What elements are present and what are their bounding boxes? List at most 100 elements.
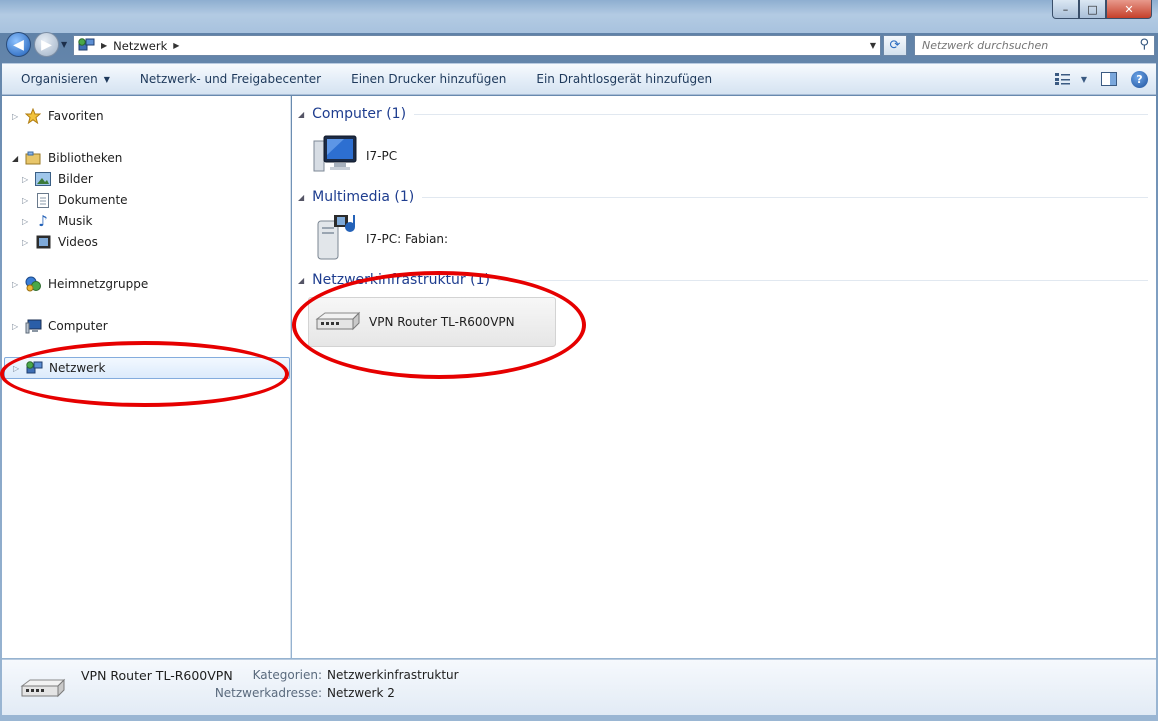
sidebar-item-label: Bilder <box>58 172 93 186</box>
refresh-button[interactable]: ⟳ <box>883 35 907 56</box>
list-item[interactable]: I7-PC: Fabian: <box>314 214 448 264</box>
breadcrumb-network[interactable]: Netzwerk <box>113 39 167 53</box>
minimize-button[interactable]: – <box>1052 0 1079 19</box>
group-header-multimedia[interactable]: ◢ Multimedia (1) <box>298 189 1148 205</box>
organize-button[interactable]: Organisieren ▼ <box>2 64 125 94</box>
breadcrumb-separator-icon[interactable]: ▶ <box>101 41 107 50</box>
expand-icon[interactable]: ▷ <box>22 175 30 184</box>
expand-icon[interactable]: ▷ <box>22 196 30 205</box>
expand-icon[interactable]: ▷ <box>13 364 21 373</box>
navigation-buttons: ◀ ▶ ▼ <box>6 32 67 57</box>
item-label: VPN Router TL-R600VPN <box>369 315 515 329</box>
sidebar-item-pictures[interactable]: ▷ Bilder <box>22 169 93 189</box>
router-icon <box>18 676 66 703</box>
group-divider <box>414 113 1148 115</box>
sidebar-item-label: Bibliotheken <box>48 151 123 165</box>
expand-icon[interactable]: ▷ <box>22 238 30 247</box>
sidebar-item-music[interactable]: ▷ ♪ Musik <box>22 211 93 231</box>
music-note-icon: ♪ <box>38 212 48 230</box>
group-header-computer[interactable]: ◢ Computer (1) <box>298 106 1148 122</box>
arrow-left-icon: ◀ <box>13 36 24 53</box>
sidebar-item-computer[interactable]: ▷ Computer <box>12 316 108 336</box>
sidebar-item-documents[interactable]: ▷ Dokumente <box>22 190 128 210</box>
preview-pane-button[interactable] <box>1101 72 1117 86</box>
view-list-icon <box>1054 73 1070 85</box>
group-divider <box>497 279 1148 281</box>
network-center-label: Netzwerk- und Freigabecenter <box>139 72 322 86</box>
star-icon <box>24 108 42 124</box>
view-dropdown-icon[interactable]: ▼ <box>1081 75 1087 84</box>
details-name: VPN Router TL-R600VPN <box>81 668 233 683</box>
expand-icon[interactable]: ▷ <box>12 112 20 121</box>
sidebar-item-videos[interactable]: ▷ Videos <box>22 232 98 252</box>
collapse-icon[interactable]: ◢ <box>298 276 304 285</box>
collapse-icon[interactable]: ◢ <box>298 110 304 119</box>
group-divider <box>422 196 1148 198</box>
address-bar[interactable]: ▶ Netzwerk ▶ ▼ <box>73 35 881 56</box>
sidebar-item-label: Videos <box>58 235 98 249</box>
sidebar-item-homegroup[interactable]: ▷ Heimnetzgruppe <box>12 274 148 294</box>
sidebar-item-favorites[interactable]: ▷ Favoriten <box>12 106 104 126</box>
organize-label: Organisieren <box>21 72 98 86</box>
pictures-icon <box>34 171 52 187</box>
sidebar-item-label: Dokumente <box>58 193 128 207</box>
content-pane: ◢ Computer (1) I7-PC ◢ Multimedia (1) I7… <box>292 96 1156 658</box>
network-icon <box>78 38 95 51</box>
close-button[interactable]: ✕ <box>1106 0 1152 19</box>
computer-icon <box>24 318 42 334</box>
breadcrumb-chevron-icon[interactable]: ▶ <box>173 41 179 50</box>
sidebar-item-libraries[interactable]: ◢ Bibliotheken <box>12 148 122 168</box>
sidebar-item-label: Favoriten <box>48 109 104 123</box>
list-item[interactable]: I7-PC <box>310 134 397 178</box>
back-button[interactable]: ◀ <box>6 32 31 57</box>
forward-button[interactable]: ▶ <box>34 32 59 57</box>
preview-pane-icon <box>1101 72 1117 86</box>
recent-pages-dropdown[interactable]: ▼ <box>61 40 67 49</box>
add-wireless-button[interactable]: Ein Drahtlosgerät hinzufügen <box>521 64 727 94</box>
collapse-icon[interactable]: ◢ <box>12 154 20 163</box>
item-label: I7-PC <box>366 149 398 163</box>
add-wireless-label: Ein Drahtlosgerät hinzufügen <box>536 72 713 86</box>
add-printer-label: Einen Drucker hinzufügen <box>351 72 507 86</box>
sidebar-item-network[interactable]: ▷ Netzwerk <box>4 357 290 379</box>
collapse-icon[interactable]: ◢ <box>298 193 304 202</box>
network-icon <box>25 360 43 376</box>
window-controls: – □ ✕ <box>1052 0 1152 20</box>
group-label: Netzwerkinfrastruktur (1) <box>312 272 490 288</box>
router-icon <box>313 309 361 336</box>
title-bar: – □ ✕ <box>0 0 1158 33</box>
document-icon <box>34 192 52 208</box>
command-bar: Organisieren ▼ Netzwerk- und Freigabecen… <box>2 63 1156 95</box>
search-box[interactable]: ⚲ <box>914 35 1155 56</box>
refresh-icon: ⟳ <box>889 38 901 53</box>
group-label: Computer (1) <box>312 106 407 122</box>
search-icon[interactable]: ⚲ <box>1139 37 1149 52</box>
expand-icon[interactable]: ▷ <box>12 322 20 331</box>
sidebar-item-label: Musik <box>58 214 93 228</box>
maximize-button[interactable]: □ <box>1079 0 1106 19</box>
film-icon <box>34 234 52 250</box>
list-item-selected[interactable]: VPN Router TL-R600VPN <box>308 297 556 347</box>
add-printer-button[interactable]: Einen Drucker hinzufügen <box>336 64 521 94</box>
homegroup-icon <box>24 276 42 292</box>
arrow-right-icon: ▶ <box>41 36 52 53</box>
expand-icon[interactable]: ▷ <box>22 217 30 226</box>
library-icon <box>24 150 42 166</box>
details-category-key: Kategorien: <box>252 668 322 682</box>
sidebar-item-label: Heimnetzgruppe <box>48 277 149 291</box>
item-label: I7-PC: Fabian: <box>366 232 449 246</box>
group-header-infrastructure[interactable]: ◢ Netzwerkinfrastruktur (1) <box>298 272 1148 288</box>
help-icon: ? <box>1136 72 1143 86</box>
expand-icon[interactable]: ▷ <box>12 280 20 289</box>
view-options-button[interactable]: ▼ <box>1054 72 1087 86</box>
search-input[interactable] <box>922 39 1127 52</box>
details-address-value: Netzwerk 2 <box>327 686 395 700</box>
address-dropdown-icon[interactable]: ▼ <box>870 41 876 50</box>
network-center-button[interactable]: Netzwerk- und Freigabecenter <box>125 64 336 94</box>
chevron-down-icon: ▼ <box>103 74 110 84</box>
help-button[interactable]: ? <box>1131 70 1148 88</box>
details-pane: VPN Router TL-R600VPN Kategorien: Netzwe… <box>2 659 1156 715</box>
media-server-icon <box>314 213 358 266</box>
toolbar-right: ▼ ? <box>1054 64 1148 94</box>
computer-icon <box>310 133 358 180</box>
